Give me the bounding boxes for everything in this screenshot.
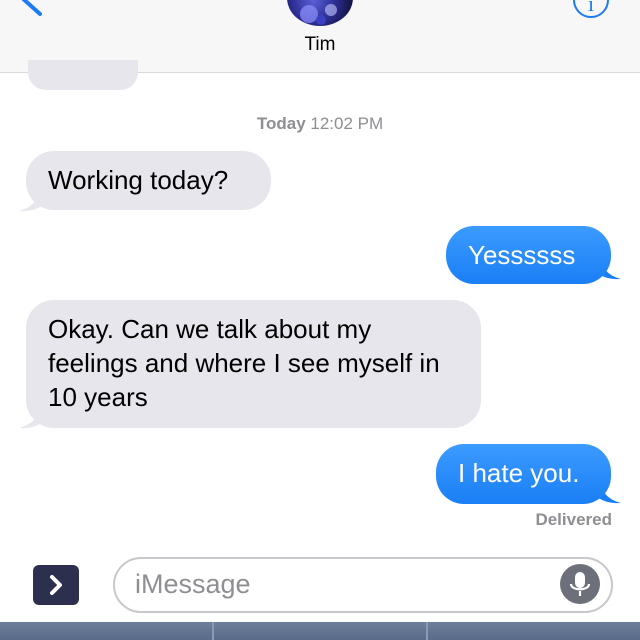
contact-avatar[interactable] bbox=[287, 0, 353, 26]
back-chevron-icon[interactable] bbox=[18, 0, 48, 16]
keyboard-divider bbox=[212, 622, 214, 640]
message-bubble-incoming[interactable]: Okay. Can we talk about my feelings and … bbox=[26, 300, 481, 428]
avatar-image-icon bbox=[300, 4, 337, 25]
keyboard-top-edge bbox=[0, 622, 640, 640]
microphone-button[interactable] bbox=[560, 564, 600, 604]
previous-message-bubble bbox=[28, 60, 138, 90]
contact-name[interactable]: Tim bbox=[0, 34, 640, 56]
message-bubble-outgoing[interactable]: I hate you. bbox=[436, 444, 611, 504]
timestamp-day: Today bbox=[256, 114, 306, 133]
expand-apps-button[interactable] bbox=[33, 565, 79, 605]
input-placeholder: iMessage bbox=[135, 569, 251, 599]
delivery-status: Delivered bbox=[535, 510, 612, 529]
info-icon[interactable]: i bbox=[573, 0, 609, 18]
keyboard-divider bbox=[426, 622, 428, 640]
message-timestamp: Today 12:02 PM bbox=[0, 114, 640, 134]
expand-chevron-icon bbox=[50, 575, 62, 595]
microphone-icon bbox=[569, 572, 591, 596]
timestamp-time: 12:02 PM bbox=[310, 114, 384, 133]
message-bubble-incoming[interactable]: Working today? bbox=[26, 151, 271, 210]
imessage-input[interactable]: iMessage bbox=[113, 557, 613, 613]
message-bubble-outgoing[interactable]: Yessssss bbox=[446, 226, 611, 284]
